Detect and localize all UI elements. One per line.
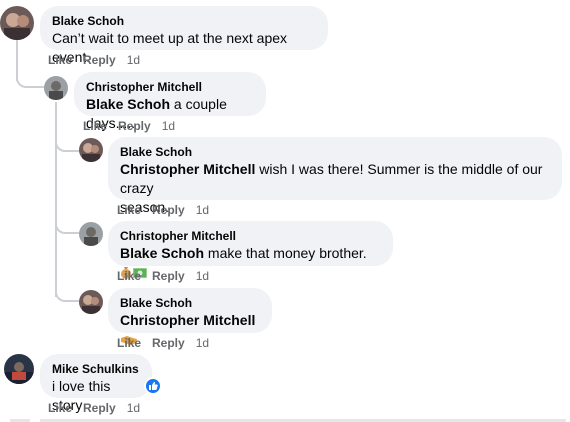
like-button[interactable]: Like [117, 269, 141, 283]
avatar-blake[interactable] [0, 6, 34, 40]
comment-bubble-2: Christopher Mitchell Blake Schoh a coupl… [74, 72, 266, 131]
like-button[interactable]: Like [117, 203, 141, 217]
comment-actions-6: Like Reply 1d [48, 400, 151, 416]
avatar-blake[interactable] [79, 290, 103, 314]
thread-connector-4 [55, 286, 79, 302]
comment-author[interactable]: Blake Schoh [120, 295, 260, 311]
timestamp[interactable]: 1d [196, 269, 209, 283]
like-button[interactable]: Like [117, 336, 141, 350]
avatar-blake[interactable] [79, 138, 103, 162]
reply-button[interactable]: Reply [152, 269, 185, 283]
avatar-mike[interactable] [4, 354, 34, 384]
timestamp[interactable]: 1d [196, 336, 209, 350]
comment-actions-4: Like Reply 1d [117, 268, 220, 284]
comment-author[interactable]: Blake Schoh [52, 13, 316, 29]
timestamp[interactable]: 1d [196, 203, 209, 217]
mention-link[interactable]: Blake Schoh [120, 245, 204, 261]
like-button[interactable]: Like [48, 401, 72, 415]
comment-bubble-6: Mike Schulkins i love this story [40, 354, 152, 413]
comment-bubble-4: Christopher Mitchell Blake Schoh make th… [108, 221, 393, 279]
comment-author[interactable]: Christopher Mitchell [120, 228, 381, 244]
mention-link[interactable]: Blake Schoh [86, 96, 170, 112]
like-button[interactable]: Like [48, 53, 72, 67]
mention-link[interactable]: Christopher Mitchell [120, 312, 255, 328]
avatar-christopher[interactable] [79, 222, 103, 246]
like-reaction-icon[interactable] [144, 377, 162, 395]
comment-text: Christopher Mitchell wish I was there! S… [120, 160, 550, 198]
mention-link[interactable]: Christopher Mitchell [120, 161, 255, 177]
like-button[interactable]: Like [83, 119, 107, 133]
comment-actions-1: Like Reply 1d [48, 52, 151, 68]
comment-bubble-5: Blake Schoh Christopher Mitchell [108, 288, 272, 345]
comment-actions-2: Like Reply 1d [83, 118, 186, 134]
reply-button[interactable]: Reply [152, 336, 185, 350]
reply-button[interactable]: Reply [118, 119, 151, 133]
comment-author[interactable]: Blake Schoh [120, 144, 550, 160]
timestamp[interactable]: 1d [127, 53, 140, 67]
comment-actions-3: Like Reply 1d [117, 202, 220, 218]
reply-button[interactable]: Reply [152, 203, 185, 217]
comment-author[interactable]: Christopher Mitchell [86, 79, 254, 95]
thread-connector-1 [16, 70, 44, 88]
reply-button[interactable]: Reply [83, 401, 116, 415]
comment-bubble-1: Blake Schoh Can’t wait to meet up at the… [40, 6, 328, 65]
avatar-christopher[interactable] [44, 76, 68, 100]
thread-connector-3 [55, 218, 79, 234]
timestamp[interactable]: 1d [127, 401, 140, 415]
comment-author[interactable]: Mike Schulkins [52, 361, 140, 377]
comment-bubble-3: Blake Schoh Christopher Mitchell wish I … [108, 137, 562, 215]
comment-actions-5: Like Reply 1d [117, 335, 220, 351]
reply-button[interactable]: Reply [83, 53, 116, 67]
thread-connector-2 [55, 136, 79, 152]
comment-body: make that money brother. [204, 245, 367, 261]
timestamp[interactable]: 1d [162, 119, 175, 133]
thread-line-sub [55, 102, 57, 297]
